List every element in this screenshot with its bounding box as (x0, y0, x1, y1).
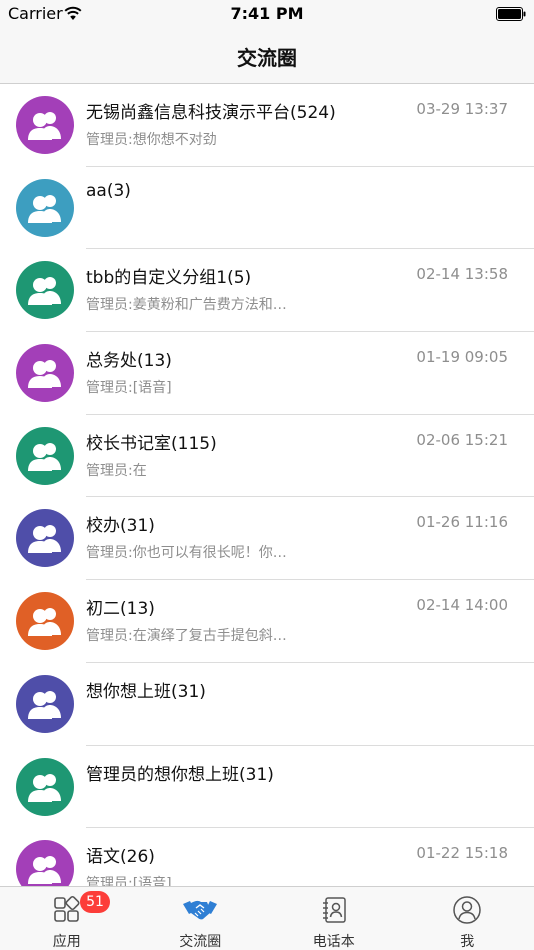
group-people-icon (28, 194, 61, 223)
group-avatar (16, 674, 74, 733)
tab-phonebook[interactable]: 电话本 (267, 887, 401, 950)
group-people-icon (28, 442, 61, 471)
conversation-row[interactable]: tbb的自定义分组1(5) 02-14 13:58 管理员:姜黄粉和广告费方法和… (0, 249, 534, 333)
conversation-preview: 管理员:[语音] (86, 380, 172, 397)
group-people-icon (28, 360, 61, 389)
group-people-icon (28, 773, 61, 802)
group-people-icon (28, 856, 61, 885)
group-avatar (16, 96, 74, 154)
tab-apps[interactable]: 51 应用 (0, 887, 134, 950)
conversation-time: 01-19 09:05 (416, 348, 508, 367)
conversation-row[interactable]: 总务处(13) 01-19 09:05 管理员:[语音] (0, 332, 534, 415)
group-people-icon (28, 525, 61, 554)
conversation-name: 校长书记室(115) (86, 433, 217, 454)
conversation-name: 管理员的想你想上班(31) (86, 764, 274, 785)
conversation-time: 02-14 14:00 (416, 596, 508, 615)
conversation-row[interactable]: 校办(31) 01-26 11:16 管理员:你也可以有很长呢！你… (0, 497, 534, 581)
conversation-row[interactable]: aa(3) (0, 167, 534, 250)
conversation-name: 想你想上班(31) (86, 681, 206, 702)
contact-book-icon (322, 897, 346, 923)
group-people-icon (28, 112, 61, 140)
group-avatar (16, 757, 74, 816)
navigation-bar: 交流圈 (0, 28, 534, 84)
clock: 7:41 PM (230, 4, 304, 23)
profile-icon (453, 896, 481, 924)
conversation-name: 语文(26) (86, 847, 155, 868)
conversation-time: 01-26 11:16 (416, 513, 508, 532)
conversation-row[interactable]: 无锡尚鑫信息科技演示平台(524) 03-29 13:37 管理员:想你想不对劲 (0, 84, 534, 167)
conversation-row[interactable]: 语文(26) 01-22 15:18 管理员:[语音] (0, 828, 534, 886)
group-avatar (16, 344, 74, 403)
tab-label: 电话本 (312, 934, 355, 950)
group-people-icon (28, 608, 61, 637)
group-people-icon (28, 690, 61, 719)
tab-bar: 51 应用 交流圈 电话本 我 (0, 886, 534, 950)
conversation-preview: 管理员:[语音] (86, 876, 172, 886)
conversation-name: 无锡尚鑫信息科技演示平台(524) (86, 103, 336, 123)
group-people-icon (28, 277, 61, 306)
apps-grid-icon (53, 895, 80, 922)
conversation-row[interactable]: 管理员的想你想上班(31) (0, 746, 534, 829)
tab-label: 应用 (52, 934, 81, 950)
conversation-name: 校办(31) (86, 516, 155, 537)
battery-icon (496, 7, 526, 21)
status-bar: Carrier 7:41 PM (0, 0, 534, 28)
conversation-preview: 管理员:你也可以有很长呢！你… (86, 545, 287, 562)
conversation-name: aa(3) (86, 180, 131, 201)
conversation-row[interactable]: 初二(13) 02-14 14:00 管理员:在演绎了复古手提包斜… (0, 580, 534, 663)
conversation-time: 02-06 15:21 (416, 430, 508, 449)
group-avatar (16, 426, 74, 485)
group-avatar (16, 592, 74, 651)
conversation-name: 初二(13) (86, 599, 155, 620)
conversation-preview: 管理员:在 (86, 462, 147, 479)
conversation-preview: 管理员:姜黄粉和广告费方法和… (86, 297, 287, 314)
conversation-row[interactable]: 校长书记室(115) 02-06 15:21 管理员:在 (0, 415, 534, 498)
conversation-name: 总务处(13) (86, 351, 172, 372)
conversation-preview: 管理员:在演绎了复古手提包斜… (86, 628, 287, 645)
tab-community[interactable]: 交流圈 (134, 887, 268, 950)
conversation-list[interactable]: 无锡尚鑫信息科技演示平台(524) 03-29 13:37 管理员:想你想不对劲… (0, 84, 534, 886)
tab-me[interactable]: 我 (401, 887, 534, 950)
conversation-name: tbb的自定义分组1(5) (86, 268, 252, 289)
unread-badge: 51 (80, 891, 110, 913)
tab-label: 交流圈 (179, 934, 222, 950)
conversation-time: 02-14 13:58 (416, 265, 508, 284)
group-avatar (16, 509, 74, 568)
conversation-preview: 管理员:想你想不对劲 (86, 132, 217, 148)
group-avatar (16, 261, 74, 320)
conversation-time: 03-29 13:37 (416, 100, 508, 118)
page-title: 交流圈 (237, 46, 297, 70)
handshake-icon (183, 900, 218, 920)
group-avatar (16, 840, 74, 886)
conversation-time: 01-22 15:18 (416, 844, 508, 863)
conversation-row[interactable]: 想你想上班(31) (0, 663, 534, 746)
group-avatar (16, 178, 74, 237)
tab-label: 我 (460, 934, 475, 950)
